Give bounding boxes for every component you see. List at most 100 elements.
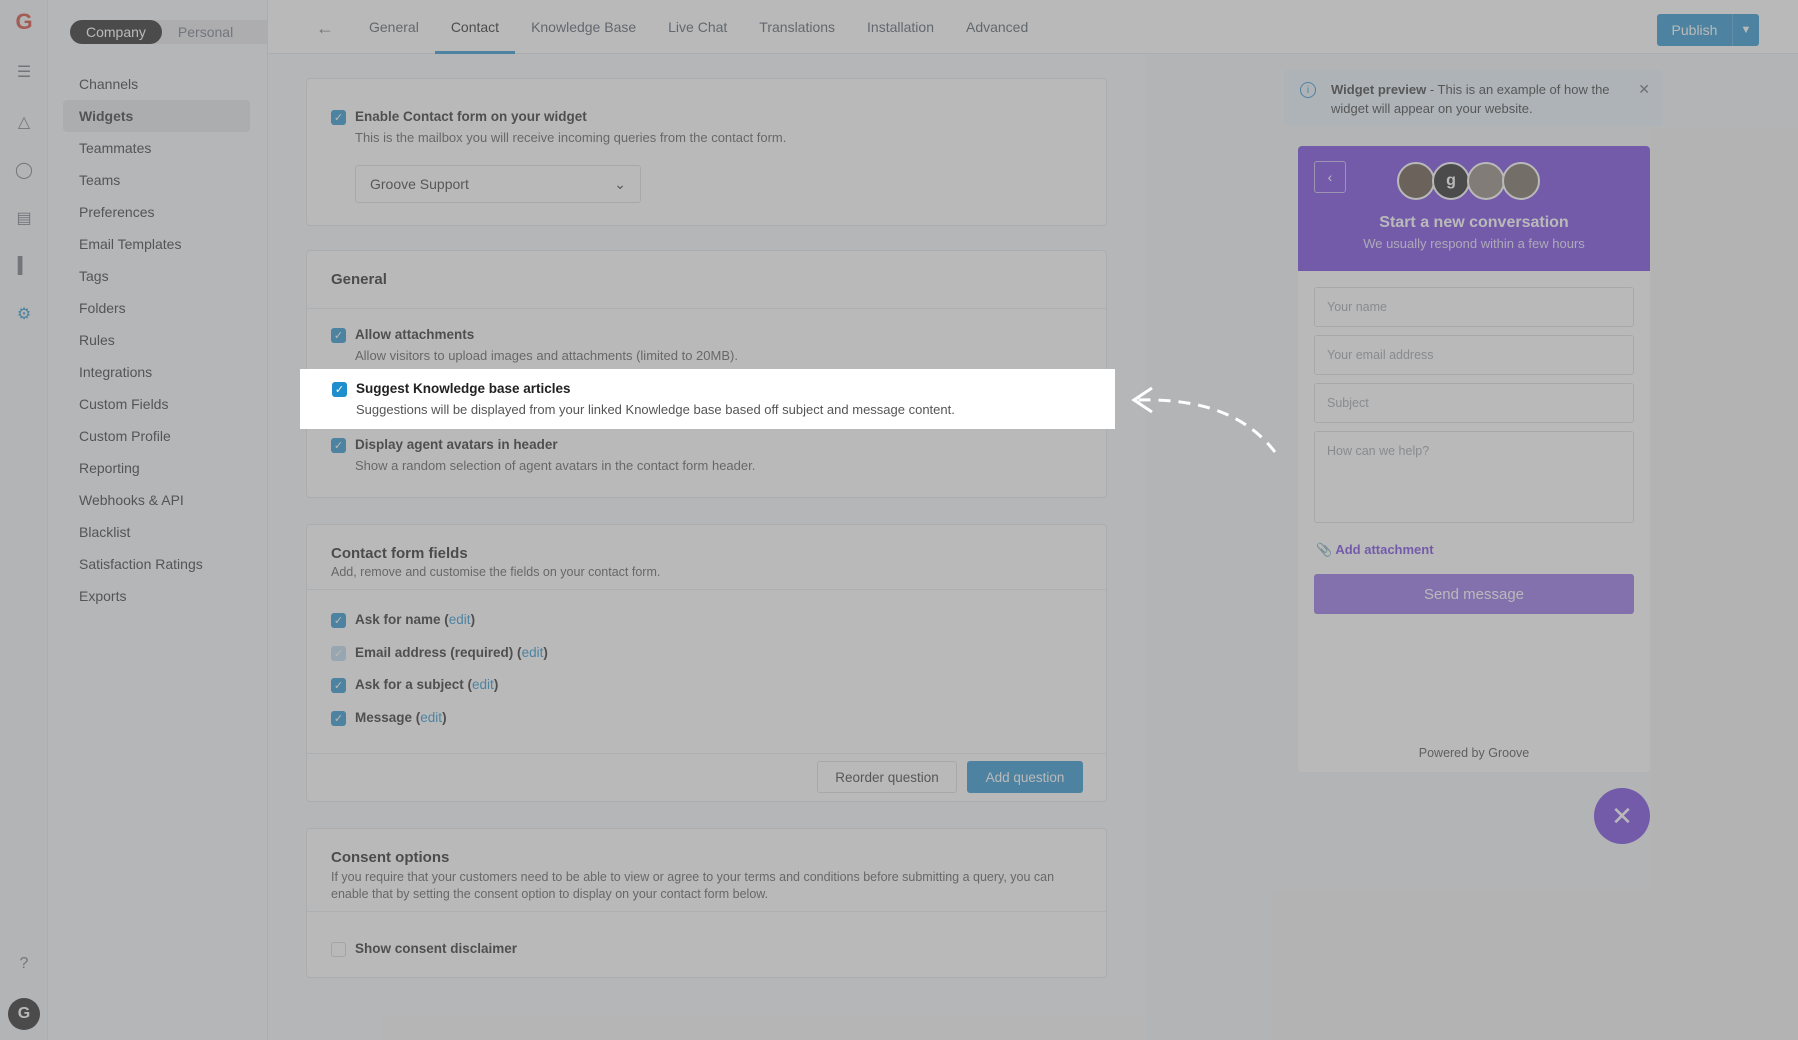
avatar [1397,162,1435,200]
consent-label: Show consent disclaimer [355,941,518,956]
field-name-label: Ask for name (edit) [355,612,475,627]
field-message-checkbox[interactable]: ✓ [331,711,346,726]
name-field[interactable]: Your name [1314,287,1634,327]
mailbox-value: Groove Support [370,176,469,192]
suggest-kb-checkbox[interactable]: ✓ [332,382,347,397]
chevron-down-icon: ⌄ [614,175,626,192]
close-widget-icon[interactable]: ✕ [1594,788,1650,844]
sidebar-item-blacklist[interactable]: Blacklist [63,516,250,548]
sidebar-item-custom-fields[interactable]: Custom Fields [63,388,250,420]
field-email-label: Email address (required) (edit) [355,645,548,660]
field-row: ✓ Ask for name (edit) [331,612,475,628]
book-icon[interactable]: ▤ [12,206,36,230]
subject-field[interactable]: Subject [1314,383,1634,423]
enable-contact-checkbox[interactable]: ✓ [331,110,346,125]
toggle-personal[interactable]: Personal [162,20,249,44]
tab-general[interactable]: General [353,0,435,54]
enable-contact-row: ✓ Enable Contact form on your widget Thi… [331,109,786,145]
tab-advanced[interactable]: Advanced [950,0,1044,54]
widget-preview: ‹ g Start a new conversation We usually … [1298,146,1650,772]
sidebar-item-channels[interactable]: Channels [63,68,250,100]
paren: ) [543,645,548,660]
tab-contact[interactable]: Contact [434,0,516,54]
agent-avatars: g [1397,162,1540,200]
menu-icon[interactable]: ☰ [12,60,36,84]
field-subject-label: Ask for a subject (edit) [355,677,498,692]
field-email-edit-link[interactable]: edit [522,645,544,660]
app-root: G ☰ △ ◯ ▤ ▍ ⚙ ? G Company Personal Chann… [0,0,1798,1040]
tab-live-chat[interactable]: Live Chat [652,0,743,54]
send-icon[interactable]: △ [12,110,36,134]
sidebar-item-email-templates[interactable]: Email Templates [63,228,250,260]
help-icon[interactable]: ? [12,952,36,976]
sidebar-item-reporting[interactable]: Reporting [63,452,250,484]
message-field[interactable]: How can we help? [1314,431,1634,523]
fields-desc: Add, remove and customise the fields on … [331,565,661,579]
settings-sidebar: Company Personal Channels Widgets Teamma… [48,0,290,1040]
sidebar-item-satisfaction[interactable]: Satisfaction Ratings [63,548,250,580]
add-attachment-label: Add attachment [1335,542,1434,557]
chat-icon[interactable]: ◯ [12,158,36,182]
chart-icon[interactable]: ▍ [12,254,36,278]
info-icon: i [1300,82,1316,98]
field-row: ✓ Message (edit) [331,710,447,726]
reorder-question-button[interactable]: Reorder question [817,761,957,793]
add-question-button[interactable]: Add question [967,761,1083,793]
tab-installation[interactable]: Installation [851,0,950,54]
enable-contact-label: Enable Contact form on your widget [355,109,587,124]
paren: ) [470,612,476,627]
field-name-checkbox[interactable]: ✓ [331,613,346,628]
field-message-edit-link[interactable]: edit [420,710,442,725]
field-subject-checkbox[interactable]: ✓ [331,678,346,693]
chevron-left-icon[interactable]: ‹ [1314,161,1346,193]
sidebar-item-rules[interactable]: Rules [63,324,250,356]
publish-button[interactable]: Publish ▼ [1657,14,1759,46]
divider [307,308,1106,309]
sidebar-item-tags[interactable]: Tags [63,260,250,292]
chevron-down-icon[interactable]: ▼ [1733,14,1759,46]
field-email-text: Email address (required) ( [355,645,522,660]
suggest-kb-row: ✓ Suggest Knowledge base articles Sugges… [332,381,955,417]
consent-checkbox[interactable] [331,942,346,957]
add-attachment-link[interactable]: 📎 Add attachment [1316,542,1434,558]
widget-header: ‹ g Start a new conversation We usually … [1298,146,1650,271]
contact-settings: ✓ Enable Contact form on your widget Thi… [268,54,1146,1040]
sidebar-item-widgets[interactable]: Widgets [63,100,250,132]
settings-nav: Channels Widgets Teammates Teams Prefere… [63,68,250,612]
field-name-edit-link[interactable]: edit [449,612,471,627]
tab-knowledge-base[interactable]: Knowledge Base [515,0,652,54]
user-avatar[interactable]: G [8,998,40,1030]
groove-logo[interactable]: G [12,9,36,34]
gear-icon[interactable]: ⚙ [12,302,36,326]
field-subject-edit-link[interactable]: edit [472,677,494,692]
suggest-kb-label: Suggest Knowledge base articles [356,381,571,396]
sidebar-item-custom-profile[interactable]: Custom Profile [63,420,250,452]
general-title: General [331,271,387,288]
tab-translations[interactable]: Translations [743,0,851,54]
paperclip-icon: 📎 [1316,542,1333,557]
avatars-checkbox[interactable]: ✓ [331,438,346,453]
fields-title: Contact form fields [331,545,468,562]
toggle-company[interactable]: Company [70,20,162,44]
paren: ) [493,677,499,692]
powered-by: Powered by Groove [1418,746,1530,760]
publish-label[interactable]: Publish [1657,14,1733,46]
attachments-checkbox[interactable]: ✓ [331,328,346,343]
sidebar-item-teams[interactable]: Teams [63,164,250,196]
paren: ) [442,710,447,725]
sidebar-item-folders[interactable]: Folders [63,292,250,324]
sidebar-item-exports[interactable]: Exports [63,580,250,612]
field-name-text: Ask for name ( [355,612,449,627]
email-field[interactable]: Your email address [1314,335,1634,375]
close-icon[interactable]: ✕ [1638,80,1650,99]
sidebar-item-webhooks[interactable]: Webhooks & API [63,484,250,516]
back-arrow-icon[interactable]: ← [316,18,334,39]
send-message-button[interactable]: Send message [1314,574,1634,614]
sidebar-item-integrations[interactable]: Integrations [63,356,250,388]
enable-contact-desc: This is the mailbox you will receive inc… [355,130,787,145]
sidebar-item-teammates[interactable]: Teammates [63,132,250,164]
avatars-row: ✓ Display agent avatars in header Show a… [331,437,755,473]
avatars-desc: Show a random selection of agent avatars… [355,458,756,473]
mailbox-select[interactable]: Groove Support ⌄ [355,165,641,203]
sidebar-item-preferences[interactable]: Preferences [63,196,250,228]
